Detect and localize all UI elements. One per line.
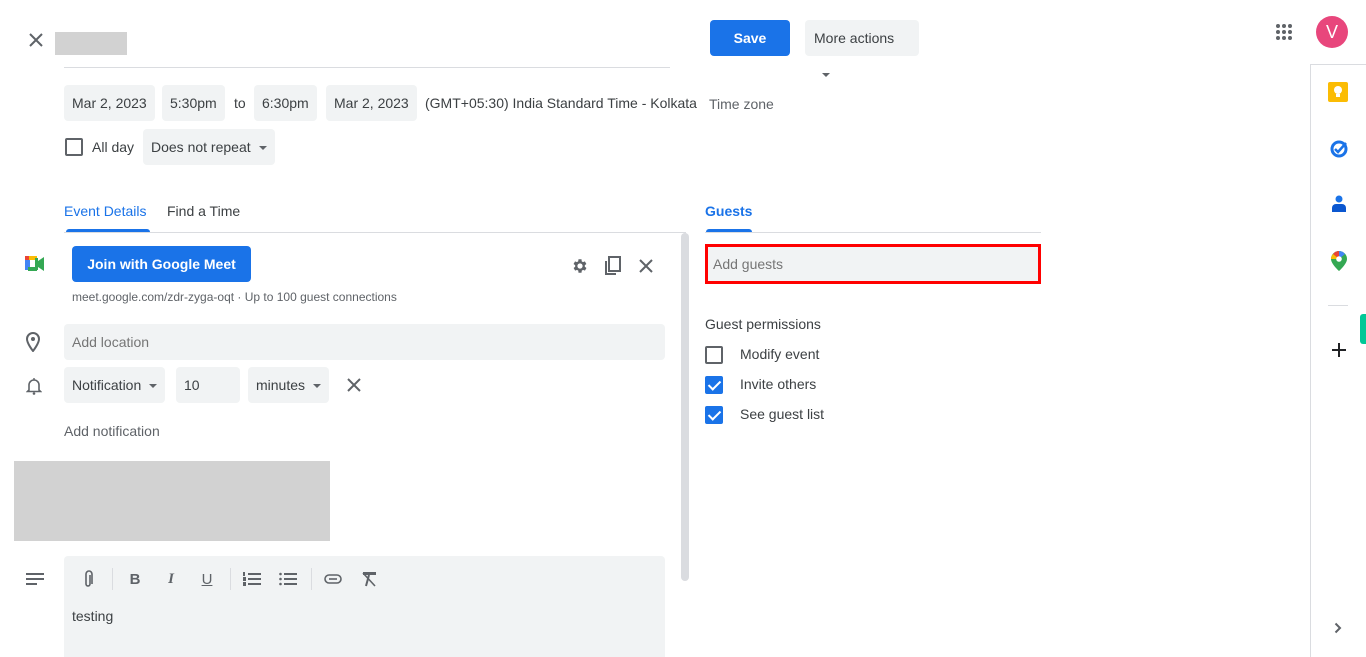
details-scrollbar[interactable] [681,233,689,581]
chevron-right-icon [1334,622,1342,634]
location-input[interactable] [64,324,665,360]
save-button[interactable]: Save [710,20,790,56]
redacted-region [14,461,330,541]
bold-button[interactable]: B [124,568,146,590]
remove-notification-button[interactable] [345,376,363,394]
see-guest-list-checkbox[interactable] [705,406,723,424]
timezone-button[interactable]: Time zone [709,96,774,112]
account-avatar[interactable]: V [1316,16,1348,48]
underline-icon: U [201,570,213,588]
keep-icon [1328,82,1348,102]
notification-amount-input[interactable]: 10 [176,367,240,403]
modify-event-label: Modify event [740,346,820,362]
start-time-field[interactable]: 5:30pm [162,85,225,121]
plus-icon [1332,343,1346,357]
timezone-text: (GMT+05:30) India Standard Time - Kolkat… [425,95,697,111]
tabs-divider [64,232,686,233]
to-label: to [234,95,246,111]
notification-type-dropdown[interactable]: Notification [64,367,166,403]
more-actions-label: More actions [814,30,895,46]
close-icon [347,378,361,392]
guests-divider [705,232,1041,233]
notification-type-value: Notification [72,377,142,393]
dropdown-caret-icon [149,384,158,389]
guest-permissions-title: Guest permissions [705,316,821,332]
bulleted-list-icon [279,572,297,586]
gear-icon [573,259,587,273]
meet-info-text: meet.google.com/zdr-zyga-oqt · Up to 100… [72,290,397,304]
expand-panel-button[interactable] [1330,620,1346,636]
bulleted-list-button[interactable] [277,568,299,590]
join-google-meet-button[interactable]: Join with Google Meet [72,246,251,282]
maps-app-button[interactable] [1330,250,1348,272]
end-date-field[interactable]: Mar 2, 2023 [326,85,417,121]
tab-guests[interactable]: Guests [705,203,752,219]
clear-formatting-button[interactable] [358,568,380,590]
bold-icon: B [129,570,141,588]
attachment-button[interactable] [78,568,100,590]
underline-button[interactable]: U [196,568,218,590]
tab-find-a-time[interactable]: Find a Time [167,203,240,219]
dropdown-caret-icon [822,73,830,78]
repeat-dropdown[interactable]: Does not repeat [143,129,275,165]
modify-event-checkbox[interactable] [705,346,723,364]
toolbar-divider [230,568,231,590]
end-time-field[interactable]: 6:30pm [254,85,317,121]
all-day-label: All day [92,139,135,155]
more-actions-button[interactable]: More actions [805,20,919,78]
link-icon [324,574,342,584]
avatar-letter: V [1325,22,1338,42]
tasks-app-button[interactable] [1329,139,1349,159]
maps-icon [1331,251,1347,271]
copy-icon [605,256,621,275]
meet-settings-button[interactable] [570,256,590,276]
tasks-icon [1330,140,1348,158]
italic-button[interactable]: I [160,568,182,590]
title-underline [64,67,670,68]
toolbar-divider [112,568,113,590]
add-notification-button[interactable]: Add notification [64,423,160,439]
paperclip-icon [85,570,93,587]
get-addons-button[interactable] [1329,340,1349,360]
toolbar-divider [311,568,312,590]
remove-meet-button[interactable] [636,256,656,276]
all-day-checkbox[interactable] [65,138,83,156]
apps-launcher-button[interactable] [1272,20,1296,44]
add-guests-input[interactable] [708,247,1038,281]
description-icon [26,572,44,589]
description-text[interactable]: testing [72,608,113,624]
event-title-redacted[interactable] [55,32,127,55]
notification-unit-dropdown[interactable]: minutes [248,367,330,403]
apps-grid-icon [1276,24,1292,40]
copy-meet-link-button[interactable] [602,255,624,277]
numbered-list-icon [243,572,261,586]
location-pin-icon [25,331,41,355]
side-panel-scroll-tab[interactable] [1360,314,1366,344]
italic-icon: I [168,570,174,587]
close-button[interactable] [22,26,50,54]
clear-formatting-icon [362,572,376,587]
contacts-app-button[interactable] [1330,194,1348,214]
start-date-field[interactable]: Mar 2, 2023 [64,85,155,121]
close-icon [29,33,43,47]
invite-others-label: Invite others [740,376,817,392]
invite-others-checkbox[interactable] [705,376,723,394]
tab-event-details[interactable]: Event Details [64,203,146,219]
see-guest-list-label: See guest list [740,406,825,422]
dropdown-caret-icon [258,146,267,151]
notification-unit-value: minutes [256,377,306,393]
add-guests-highlight [705,244,1041,284]
keep-app-button[interactable] [1328,82,1348,102]
close-icon [639,259,653,273]
insert-link-button[interactable] [322,568,344,590]
dropdown-caret-icon [313,384,322,389]
contacts-icon [1332,195,1346,212]
side-panel-divider [1328,305,1348,306]
numbered-list-button[interactable] [241,568,263,590]
repeat-value: Does not repeat [151,139,251,155]
bell-icon [25,377,43,398]
google-meet-icon [25,256,45,272]
